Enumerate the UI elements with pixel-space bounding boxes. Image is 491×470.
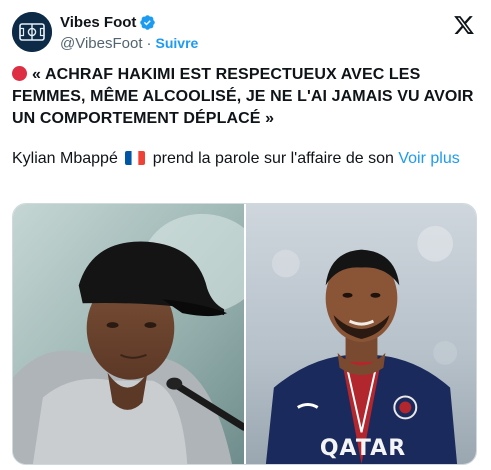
tweet-header: Vibes Foot @VibesFoot · Suivre	[12, 8, 479, 56]
headline-text: « ACHRAF HAKIMI EST RESPECTUEUX AVEC LES…	[12, 66, 474, 127]
hakimi-psg-jersey-photo[interactable]: QATAR	[246, 204, 476, 464]
tweet-card: Vibes Foot @VibesFoot · Suivre « ACHRAF …	[0, 0, 491, 470]
tweet-body: Kylian Mbappé prend la parole sur l'affa…	[12, 148, 476, 170]
body-text-end: prend la parole sur l'affaire de son	[152, 150, 394, 167]
red-circle-icon	[12, 66, 27, 81]
avatar[interactable]	[12, 12, 52, 52]
jersey-sponsor-text: QATAR	[319, 436, 407, 461]
tweet-text: « ACHRAF HAKIMI EST RESPECTUEUX AVEC LES…	[12, 64, 476, 170]
separator-dot: ·	[146, 34, 152, 52]
body-text-start: Kylian Mbappé	[12, 150, 118, 167]
display-name[interactable]: Vibes Foot	[60, 14, 136, 31]
vibes-foot-logo-icon	[12, 12, 52, 52]
verified-badge-icon	[140, 14, 156, 30]
tweet-media[interactable]: QATAR	[12, 203, 477, 465]
x-logo-icon[interactable]	[453, 14, 475, 36]
tweet-headline: « ACHRAF HAKIMI EST RESPECTUEUX AVEC LES…	[12, 64, 476, 130]
see-more-link[interactable]: Voir plus	[398, 150, 459, 167]
account-info: Vibes Foot @VibesFoot · Suivre	[60, 12, 198, 53]
follow-button[interactable]: Suivre	[156, 35, 199, 51]
left-photo-illustration	[13, 204, 244, 464]
mbappe-press-conference-photo[interactable]	[13, 204, 244, 464]
france-flag-icon	[125, 151, 146, 165]
handle[interactable]: @VibesFoot	[60, 35, 143, 52]
right-photo-illustration	[246, 204, 476, 464]
